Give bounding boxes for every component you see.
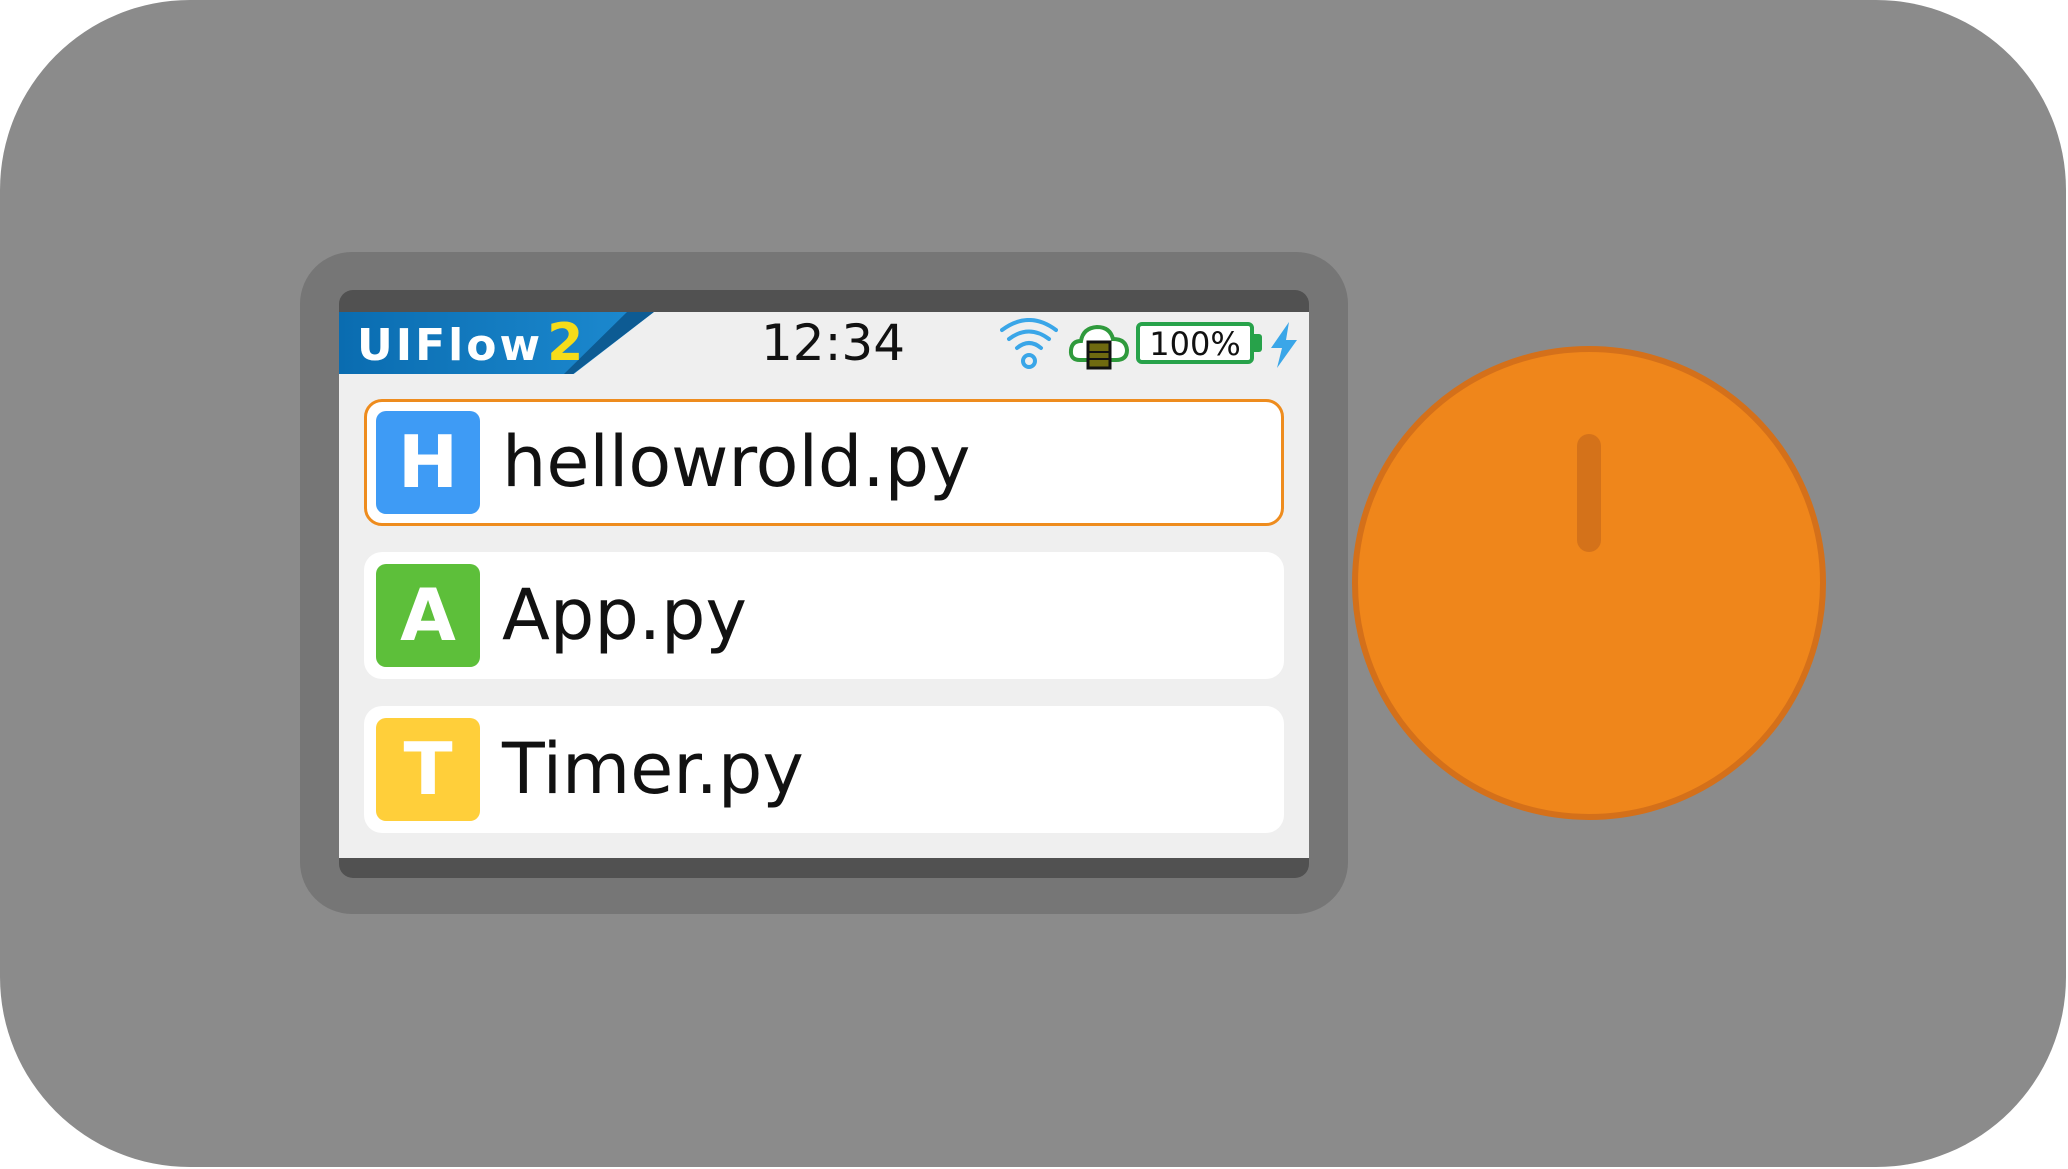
file-badge: T [376,718,480,821]
logo-version: 2 [547,313,587,373]
screen-content: UIFlow2 12:34 100% H hellowrold.py A App… [339,312,1309,858]
lightning-bolt-icon [1271,322,1297,368]
clock-time: 12:34 [760,314,906,372]
file-item-app[interactable]: A App.py [364,552,1284,679]
file-badge: H [376,411,480,514]
battery-tip [1254,334,1262,352]
screen: UIFlow2 12:34 100% H hellowrold.py A App… [339,290,1309,878]
file-name: Timer.py [502,728,804,810]
wifi-icon [1000,318,1058,369]
file-name: hellowrold.py [502,421,971,503]
file-badge: A [376,564,480,667]
battery-indicator: 100% [1136,322,1254,364]
device-body: UIFlow2 12:34 100% H hellowrold.py A App… [0,0,2066,1167]
logo-text: UIFlow [357,320,544,371]
file-item-timer[interactable]: T Timer.py [364,706,1284,833]
status-bar: UIFlow2 12:34 100% [339,312,1309,374]
cloud-sd-icon [1068,324,1130,370]
file-item-hellowrold[interactable]: H hellowrold.py [364,399,1284,526]
knob-indicator [1577,434,1601,552]
file-name: App.py [502,574,747,656]
rotary-knob[interactable] [1352,346,1826,820]
uiflow-logo: UIFlow2 [339,312,654,374]
